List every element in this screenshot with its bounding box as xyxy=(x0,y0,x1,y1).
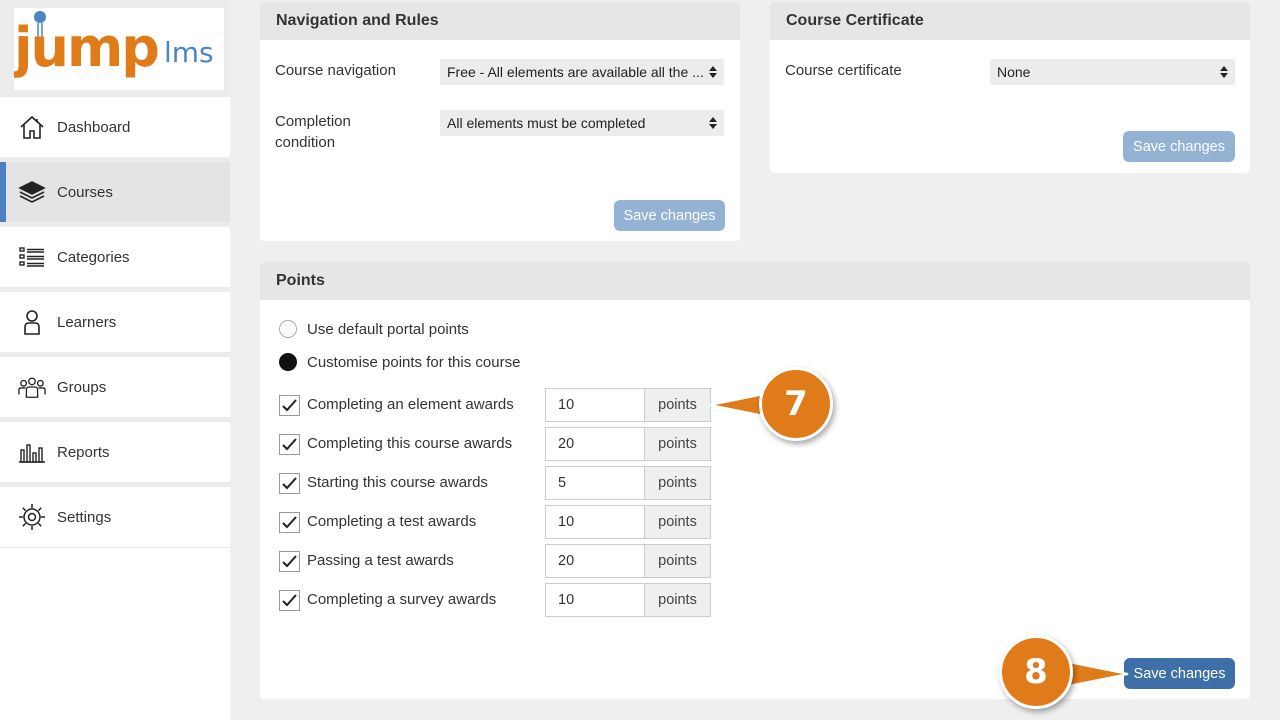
logo-main-text: jump xyxy=(14,16,158,79)
points-row: Starting this course awards 5 points xyxy=(279,466,719,500)
checkbox[interactable] xyxy=(279,512,300,533)
select-value: None xyxy=(997,64,1031,80)
points-unit: points xyxy=(644,505,711,539)
completion-condition-select[interactable]: All elements must be completed xyxy=(440,110,724,136)
select-value: Free - All elements are available all th… xyxy=(447,64,703,80)
select-value: All elements must be completed xyxy=(447,115,646,131)
points-row: Completing a survey awards 10 points xyxy=(279,583,719,617)
sidebar-item-label: Reports xyxy=(57,443,110,461)
points-row-label: Completing this course awards xyxy=(307,435,513,452)
points-input[interactable]: 5 xyxy=(545,466,645,500)
points-row: Completing this course awards 20 points xyxy=(279,427,719,461)
save-points-button[interactable]: Save changes xyxy=(1124,658,1235,689)
sidebar-item-settings[interactable]: Settings xyxy=(0,487,230,547)
sidebar-item-label: Groups xyxy=(57,378,107,396)
callout-7-badge: 7 xyxy=(759,367,833,441)
points-row-label: Completing a survey awards xyxy=(307,591,497,608)
points-row-label: Starting this course awards xyxy=(307,474,488,491)
panel-title: Course Certificate xyxy=(770,2,1250,40)
checkbox[interactable] xyxy=(279,395,300,416)
points-row-label: Completing a test awards xyxy=(307,513,477,530)
completion-condition-label: Completion condition xyxy=(275,111,351,153)
checkmark-icon xyxy=(282,399,297,412)
sidebar-item-label: Categories xyxy=(57,248,130,266)
checkbox[interactable] xyxy=(279,434,300,455)
points-row-label: Passing a test awards xyxy=(307,552,454,569)
points-input[interactable]: 10 xyxy=(545,388,645,422)
points-input[interactable]: 10 xyxy=(545,583,645,617)
select-arrows-icon xyxy=(709,66,717,78)
callout-8-badge: 8 xyxy=(999,635,1073,709)
logo-graphic: jump lms xyxy=(12,11,214,79)
points-unit: points xyxy=(644,466,711,500)
sidebar: jump lms Dashboard Courses Categories Le… xyxy=(0,0,230,720)
group-icon xyxy=(18,373,46,401)
points-input[interactable]: 20 xyxy=(545,544,645,578)
points-row: Completing a test awards 10 points xyxy=(279,505,719,539)
radio-button[interactable] xyxy=(279,353,297,371)
sidebar-item-courses[interactable]: Courses xyxy=(0,162,230,222)
completion-label-line1: Completion xyxy=(275,113,351,130)
radio-label: Customise points for this course xyxy=(307,353,521,371)
sidebar-item-label: Dashboard xyxy=(57,118,131,136)
radio-default-points[interactable]: Use default portal points xyxy=(279,320,469,338)
checkmark-icon xyxy=(282,438,297,451)
navigation-rules-panel: Navigation and Rules Course navigation F… xyxy=(260,2,740,241)
radio-label: Use default portal points xyxy=(307,320,469,338)
points-unit: points xyxy=(644,544,711,578)
points-row-label: Completing an element awards xyxy=(307,396,514,413)
points-unit: points xyxy=(644,583,711,617)
sidebar-item-categories[interactable]: Categories xyxy=(0,227,230,287)
sidebar-footer-space xyxy=(0,548,230,720)
home-icon xyxy=(18,113,46,141)
course-navigation-label: Course navigation xyxy=(275,62,396,79)
bar-chart-icon xyxy=(18,438,46,466)
logo-suffix-text: lms xyxy=(164,36,214,69)
checkbox[interactable] xyxy=(279,551,300,572)
course-certificate-label: Course certificate xyxy=(785,62,902,79)
select-arrows-icon xyxy=(1220,66,1228,78)
course-certificate-select[interactable]: None xyxy=(990,59,1235,85)
checkmark-icon xyxy=(282,555,297,568)
checkbox[interactable] xyxy=(279,473,300,494)
sidebar-item-reports[interactable]: Reports xyxy=(0,422,230,482)
sidebar-item-groups[interactable]: Groups xyxy=(0,357,230,417)
points-input[interactable]: 20 xyxy=(545,427,645,461)
sidebar-item-label: Settings xyxy=(57,508,112,526)
sidebar-item-label: Courses xyxy=(57,183,113,201)
checkmark-icon xyxy=(282,594,297,607)
points-input[interactable]: 10 xyxy=(545,505,645,539)
person-icon xyxy=(18,308,46,336)
panel-title: Points xyxy=(260,262,1250,300)
radio-button[interactable] xyxy=(279,320,297,338)
course-certificate-panel: Course Certificate Course certificate No… xyxy=(770,2,1250,173)
books-icon xyxy=(18,178,46,206)
points-row: Completing an element awards 10 points xyxy=(279,388,719,422)
checkmark-icon xyxy=(282,516,297,529)
select-arrows-icon xyxy=(709,117,717,129)
save-navigation-button[interactable]: Save changes xyxy=(614,200,725,231)
radio-custom-points[interactable]: Customise points for this course xyxy=(279,353,520,371)
sidebar-item-dashboard[interactable]: Dashboard xyxy=(0,97,230,157)
jumplms-logo[interactable]: jump lms xyxy=(12,8,224,90)
gear-icon xyxy=(18,503,46,531)
checkbox[interactable] xyxy=(279,590,300,611)
completion-label-line2: condition xyxy=(275,134,336,151)
list-icon xyxy=(18,243,46,271)
checkmark-icon xyxy=(282,477,297,490)
sidebar-item-learners[interactable]: Learners xyxy=(0,292,230,352)
points-row: Passing a test awards 20 points xyxy=(279,544,719,578)
course-navigation-select[interactable]: Free - All elements are available all th… xyxy=(440,59,724,85)
points-unit: points xyxy=(644,427,711,461)
panel-title: Navigation and Rules xyxy=(260,2,740,40)
save-certificate-button[interactable]: Save changes xyxy=(1123,131,1235,162)
sidebar-item-label: Learners xyxy=(57,313,117,331)
